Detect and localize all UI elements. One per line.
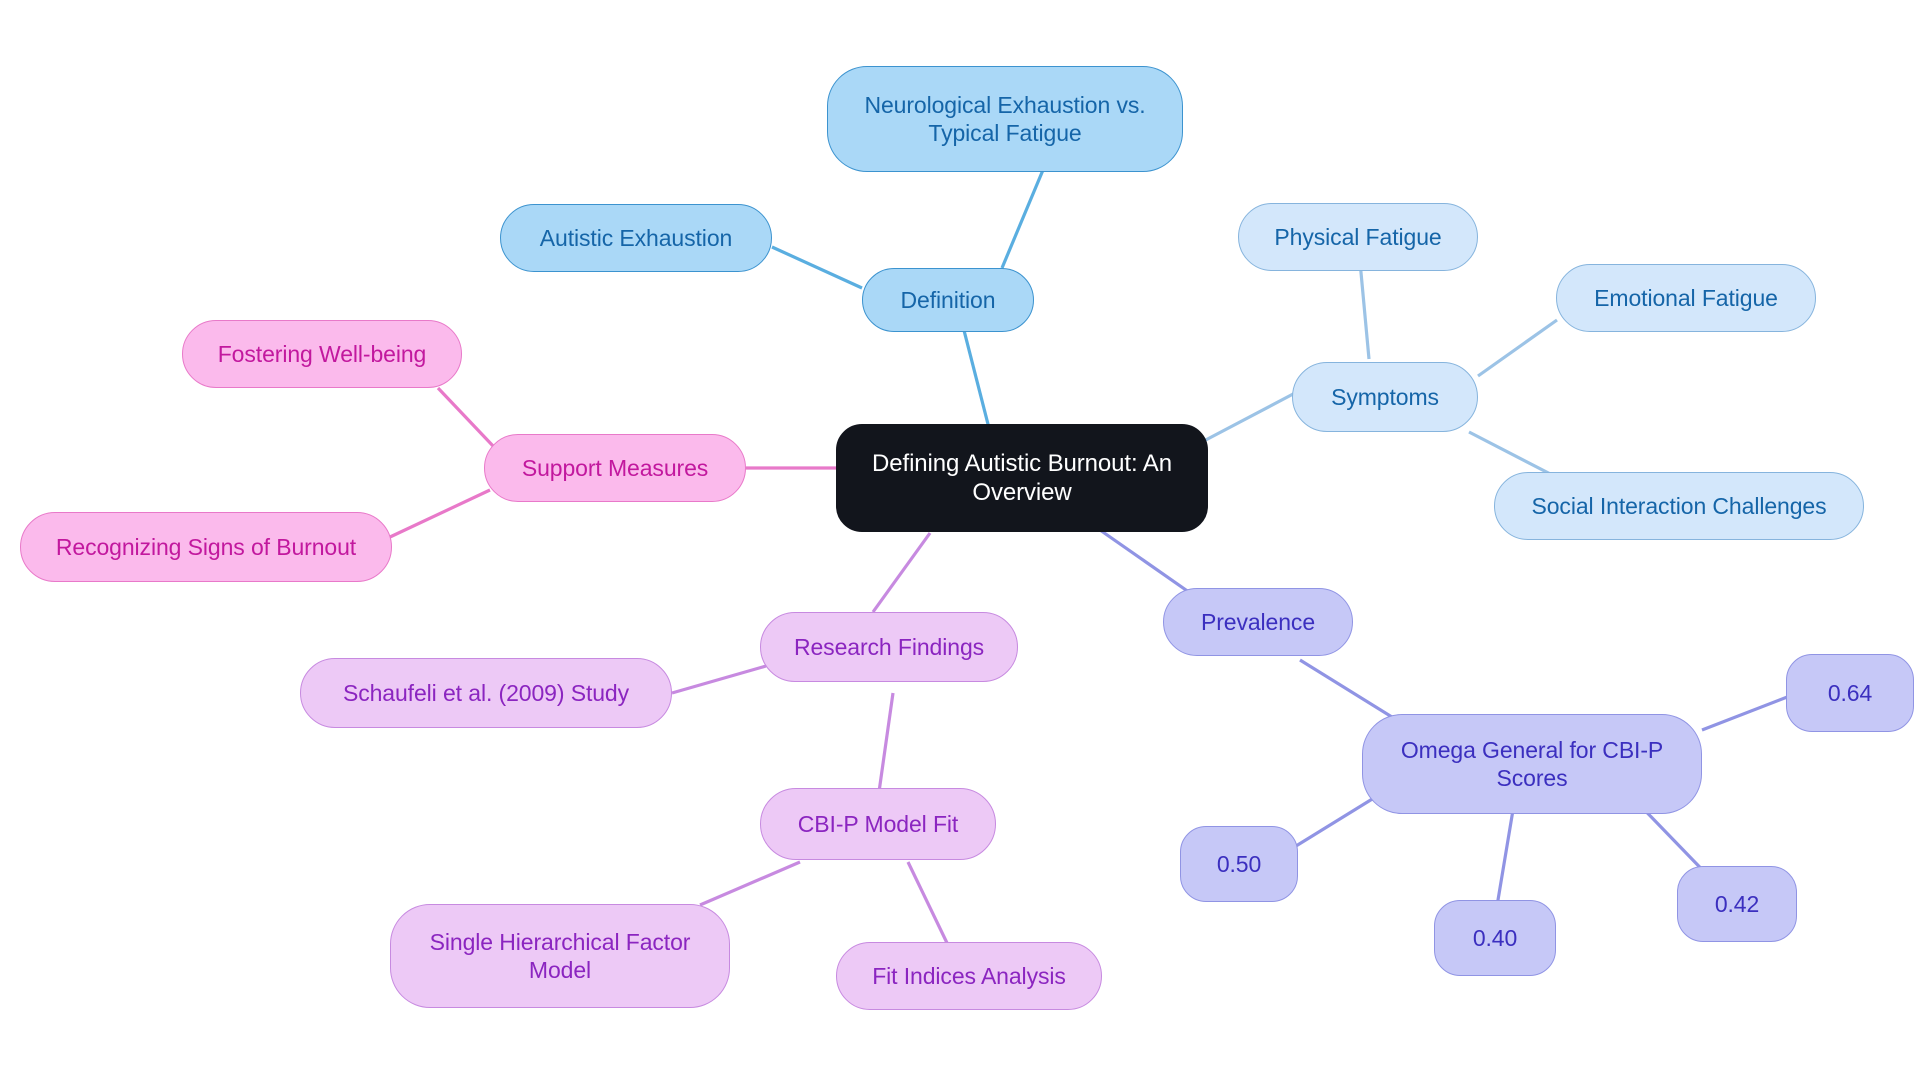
- node-schaufeli-study[interactable]: Schaufeli et al. (2009) Study: [300, 658, 672, 728]
- edge-symptoms-emotional-fatigue: [1477, 318, 1558, 378]
- node-emotional-fatigue[interactable]: Emotional Fatigue: [1556, 264, 1816, 332]
- node-fit-indices-analysis[interactable]: Fit Indices Analysis: [836, 942, 1102, 1010]
- edge-definition-neurological: [1000, 169, 1045, 269]
- edge-root-research-findings: [871, 532, 932, 613]
- edge-root-prevalence: [1099, 528, 1197, 599]
- root-node[interactable]: Defining Autistic Burnout: An Overview: [836, 424, 1208, 532]
- node-recognizing-signs-of-burnout[interactable]: Recognizing Signs of Burnout: [20, 512, 392, 582]
- node-social-interaction-challenges[interactable]: Social Interaction Challenges: [1494, 472, 1864, 540]
- node-support-measures[interactable]: Support Measures: [484, 434, 746, 502]
- edge-omega-040: [1494, 797, 1517, 913]
- node-definition[interactable]: Definition: [862, 268, 1034, 332]
- node-prevalence[interactable]: Prevalence: [1163, 588, 1353, 656]
- edge-cbip-fit-indices: [906, 861, 950, 946]
- node-neurological-exhaustion[interactable]: Neurological Exhaustion vs. Typical Fati…: [827, 66, 1183, 172]
- edge-research-schaufeli: [671, 664, 767, 695]
- node-score-064[interactable]: 0.64: [1786, 654, 1914, 732]
- node-single-hierarchical-factor-model[interactable]: Single Hierarchical Factor Model: [390, 904, 730, 1008]
- edge-definition-autistic-exhaustion: [771, 245, 863, 290]
- node-symptoms[interactable]: Symptoms: [1292, 362, 1478, 432]
- node-score-042[interactable]: 0.42: [1677, 866, 1797, 942]
- edge-omega-064: [1701, 692, 1796, 732]
- edge-root-symptoms: [1199, 391, 1296, 445]
- node-omega-general-cbip-scores[interactable]: Omega General for CBI-P Scores: [1362, 714, 1702, 814]
- node-score-040[interactable]: 0.40: [1434, 900, 1556, 976]
- edge-research-cbip: [876, 692, 895, 800]
- edge-support-fostering: [436, 386, 496, 449]
- node-research-findings[interactable]: Research Findings: [760, 612, 1018, 682]
- node-fostering-wellbeing[interactable]: Fostering Well-being: [182, 320, 462, 388]
- mindmap-canvas: Defining Autistic Burnout: An Overview D…: [0, 0, 1920, 1083]
- node-autistic-exhaustion[interactable]: Autistic Exhaustion: [500, 204, 772, 272]
- node-score-050[interactable]: 0.50: [1180, 826, 1298, 902]
- edge-support-recognizing: [389, 488, 491, 539]
- node-cbip-model-fit[interactable]: CBI-P Model Fit: [760, 788, 996, 860]
- edge-prevalence-omega: [1299, 658, 1401, 724]
- edge-omega-050: [1295, 791, 1383, 848]
- edge-cbip-single-hierarchical: [699, 860, 801, 907]
- node-physical-fatigue[interactable]: Physical Fatigue: [1238, 203, 1478, 271]
